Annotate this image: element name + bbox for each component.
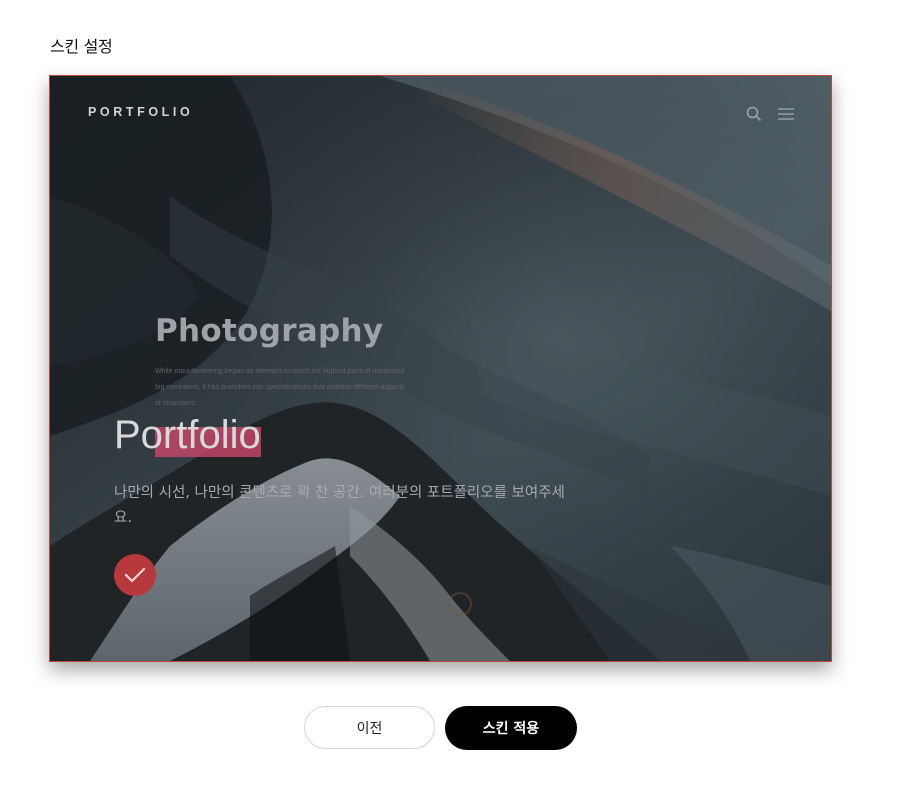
menu-icon [777,105,795,123]
preview-photo-description: While mountaineering began as attempts t… [155,368,405,407]
preview-top-icons [745,105,795,123]
apply-skin-button[interactable]: 스킨 적용 [445,706,577,750]
selected-check-badge[interactable] [114,554,156,596]
skin-name: Portfolio [114,413,261,457]
page-title: 스킨 설정 [50,37,113,56]
check-icon [124,567,146,583]
preview-photo-heading: Photography [155,313,384,349]
skin-preview-card[interactable]: PORTFOLIO Photography While mountaineeri… [49,75,832,662]
skin-description: 나만의 시선, 나만의 콘텐츠로 꽉 찬 공간. 여러분의 포트폴리오를 보여주… [114,485,565,526]
search-icon [745,105,763,123]
preview-brand-logo: PORTFOLIO [88,105,194,119]
prev-button[interactable]: 이전 [304,706,435,749]
